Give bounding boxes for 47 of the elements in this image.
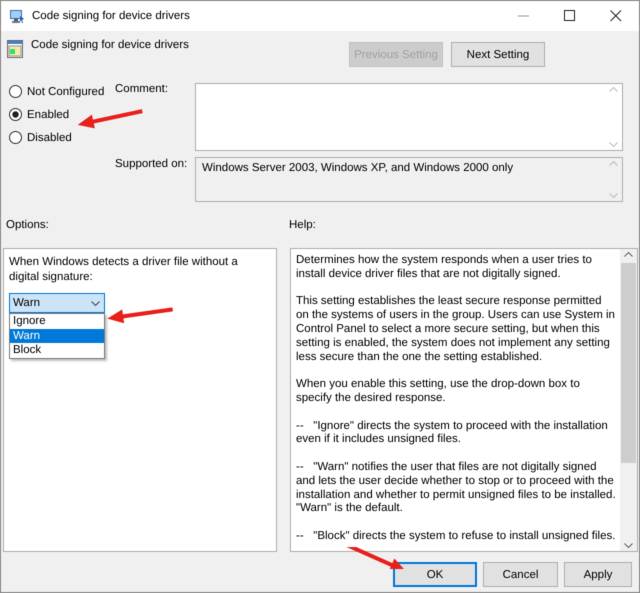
scrollbar[interactable] xyxy=(620,249,637,551)
chevron-down-icon xyxy=(91,300,100,306)
help-paragraph: -- "Block" directs the system to refuse to install unsigned files. xyxy=(296,530,616,544)
cancel-button[interactable]: Cancel xyxy=(483,562,558,587)
radio-option[interactable]: Disabled xyxy=(9,131,72,144)
scroll-down-icon xyxy=(609,192,618,198)
dropdown[interactable]: Warn xyxy=(9,293,105,313)
app-icon xyxy=(9,8,25,24)
dropdown-value: Warn xyxy=(13,297,40,309)
help-paragraph: When you enable this setting, use the drop-down box to specify the desired response. xyxy=(296,378,581,406)
radio-button[interactable] xyxy=(9,85,22,98)
radio-option[interactable]: Enabled xyxy=(9,108,70,121)
scroll-up-icon[interactable] xyxy=(624,252,633,257)
help-paragraph: -- "Ignore" directs the system to proceed with the installation even if it includes unsigned files. xyxy=(296,420,609,448)
option-label: Enabled xyxy=(27,108,70,120)
help-label: Help: xyxy=(289,219,317,231)
close-icon[interactable] xyxy=(610,10,622,22)
radio-option[interactable]: Not Configured xyxy=(9,85,104,98)
annotation-arrow xyxy=(75,107,145,129)
help-paragraph: -- "Warn" notifies the user that files are not digitally signed and lets the user decide whether to stop or to proceed with the installation and whether to permit unsigned files to be installed. "Warn" is the default. xyxy=(296,460,616,516)
help-paragraph: Determines how the system responds when a user tries to install device driver files that are not digitally signed. xyxy=(296,254,593,282)
window-title: Code signing for device drivers xyxy=(32,10,191,22)
dropdown-item[interactable]: Block xyxy=(10,343,104,358)
ok-button[interactable]: OK xyxy=(393,562,477,587)
policy-icon xyxy=(7,40,23,58)
apply-button[interactable]: Apply xyxy=(564,562,632,587)
scroll-up-icon xyxy=(609,87,618,92)
supported-on-label: Supported on: xyxy=(115,156,188,172)
supported-on-text: Windows Server 2003, Windows XP, and Windows 2000 only xyxy=(201,160,514,176)
radio-button[interactable] xyxy=(9,108,22,121)
help-paragraph: This setting establishes the least secure response permitted on the systems of users in the group. Users can use System in Control Panel to select a more secure setting, but when this setting is enabled, the system does not implement any setting less secure than the one the setting established. xyxy=(296,295,616,364)
option-label: Disabled xyxy=(27,132,72,144)
scrollbar-thumb[interactable] xyxy=(621,263,636,463)
scroll-down-icon[interactable] xyxy=(624,543,633,548)
scroll-down-icon xyxy=(609,142,618,147)
maximize-icon[interactable] xyxy=(564,10,576,22)
next-setting-button[interactable]: Next Setting xyxy=(451,42,545,67)
setting-title: Code signing for device drivers xyxy=(31,39,190,51)
dropdown-item[interactable]: Warn xyxy=(10,328,104,343)
options-prompt: When Windows detects a driver file without a digital signature: xyxy=(9,255,239,285)
comment-label: Comment: xyxy=(115,82,170,97)
options-label: Options: xyxy=(6,219,50,231)
comment-field[interactable] xyxy=(195,83,623,151)
scroll-up-icon xyxy=(609,160,618,166)
radio-button[interactable] xyxy=(9,131,22,144)
dropdown-item[interactable]: Ignore xyxy=(10,314,104,328)
option-label: Not Configured xyxy=(27,86,104,98)
